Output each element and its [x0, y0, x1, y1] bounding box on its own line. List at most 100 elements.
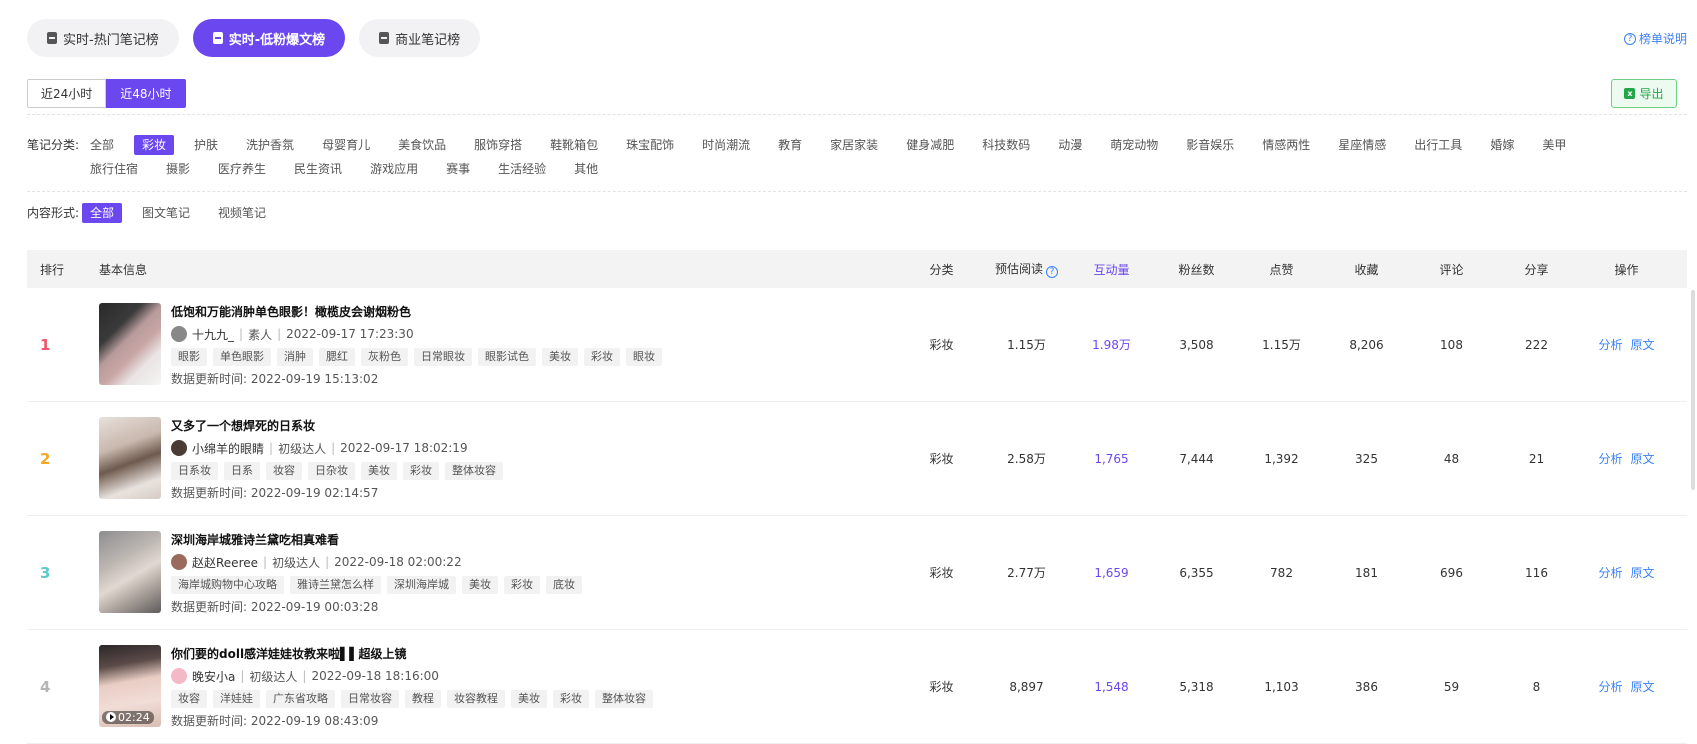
topic-tag[interactable]: 美妆: [462, 575, 498, 594]
topic-tag[interactable]: 广东省攻略: [266, 689, 335, 708]
topic-tag[interactable]: 海岸城购物中心攻略: [171, 575, 284, 594]
note-thumbnail[interactable]: [99, 530, 161, 613]
ranking-help-link[interactable]: ? 榜单说明: [1623, 30, 1687, 47]
category-chip[interactable]: 珠宝配饰: [618, 135, 682, 155]
format-chip[interactable]: 全部: [82, 203, 123, 223]
avatar[interactable]: [171, 554, 187, 570]
topic-tag[interactable]: 灰粉色: [361, 347, 408, 366]
export-button[interactable]: x 导出: [1611, 79, 1677, 108]
category-chip[interactable]: 动漫: [1050, 135, 1090, 155]
tab-commercial-notes[interactable]: 商业笔记榜: [359, 19, 481, 57]
header-fans[interactable]: 粉丝数: [1154, 261, 1239, 278]
topic-tag[interactable]: 腮红: [319, 347, 355, 366]
category-chip[interactable]: 护肤: [186, 135, 226, 155]
analyze-link[interactable]: 分析: [1598, 452, 1622, 466]
topic-tag[interactable]: 深圳海岸城: [387, 575, 456, 594]
topic-tag[interactable]: 眼影: [171, 347, 207, 366]
analyze-link[interactable]: 分析: [1598, 338, 1622, 352]
topic-tag[interactable]: 美妆: [542, 347, 578, 366]
topic-tag[interactable]: 彩妆: [504, 575, 540, 594]
category-chip[interactable]: 美食饮品: [390, 135, 454, 155]
topic-tag[interactable]: 彩妆: [584, 347, 620, 366]
analyze-link[interactable]: 分析: [1598, 566, 1622, 580]
note-title[interactable]: 深圳海岸城雅诗兰黛吃相真难看: [171, 532, 582, 549]
topic-tag[interactable]: 教程: [405, 689, 441, 708]
note-title[interactable]: 又多了一个想焊死的日系妆: [171, 418, 503, 435]
category-chip[interactable]: 家居家装: [822, 135, 886, 155]
topic-tag[interactable]: 日杂妆: [308, 461, 355, 480]
category-chip[interactable]: 其他: [566, 159, 606, 179]
category-chip[interactable]: 母婴育儿: [314, 135, 378, 155]
note-title[interactable]: 低饱和万能消肿单色眼影！橄榄皮会谢烟粉色: [171, 304, 662, 321]
avatar[interactable]: [171, 440, 187, 456]
topic-tag[interactable]: 妆容教程: [447, 689, 505, 708]
page-scrollbar[interactable]: [1691, 290, 1695, 490]
topic-tag[interactable]: 整体妆容: [445, 461, 503, 480]
category-chip[interactable]: 彩妆: [134, 135, 175, 155]
header-shares[interactable]: 分享: [1494, 261, 1579, 278]
category-chip[interactable]: 民生资讯: [286, 159, 350, 179]
topic-tag[interactable]: 妆容: [171, 689, 207, 708]
note-title[interactable]: 你们要的doll感洋娃娃妆教来啦▌▌超级上镜: [171, 646, 653, 663]
time-48h-button[interactable]: 近48小时: [106, 79, 186, 108]
topic-tag[interactable]: 美妆: [511, 689, 547, 708]
topic-tag[interactable]: 眼影试色: [478, 347, 536, 366]
category-chip[interactable]: 赛事: [438, 159, 478, 179]
author-name[interactable]: 小绵羊的眼睛: [192, 440, 264, 457]
category-chip[interactable]: 教育: [770, 135, 810, 155]
topic-tag[interactable]: 妆容: [266, 461, 302, 480]
category-chip[interactable]: 生活经验: [490, 159, 554, 179]
category-chip[interactable]: 摄影: [158, 159, 198, 179]
original-link[interactable]: 原文: [1631, 452, 1655, 466]
category-chip[interactable]: 游戏应用: [362, 159, 426, 179]
author-name[interactable]: 十九九_: [192, 326, 234, 343]
topic-tag[interactable]: 雅诗兰黛怎么样: [290, 575, 381, 594]
analyze-link[interactable]: 分析: [1598, 680, 1622, 694]
category-chip[interactable]: 全部: [82, 135, 122, 155]
original-link[interactable]: 原文: [1631, 680, 1655, 694]
format-chip[interactable]: 图文笔记: [134, 203, 198, 223]
topic-tag[interactable]: 洋娃娃: [213, 689, 260, 708]
category-chip[interactable]: 时尚潮流: [694, 135, 758, 155]
category-chip[interactable]: 美甲: [1534, 135, 1574, 155]
category-chip[interactable]: 服饰穿搭: [466, 135, 530, 155]
category-chip[interactable]: 洗护香氛: [238, 135, 302, 155]
topic-tag[interactable]: 日常眼妆: [414, 347, 472, 366]
avatar[interactable]: [171, 326, 187, 342]
format-chip[interactable]: 视频笔记: [210, 203, 274, 223]
time-24h-button[interactable]: 近24小时: [27, 79, 107, 108]
category-chip[interactable]: 医疗养生: [210, 159, 274, 179]
topic-tag[interactable]: 消肿: [277, 347, 313, 366]
original-link[interactable]: 原文: [1631, 338, 1655, 352]
header-likes[interactable]: 点赞: [1239, 261, 1324, 278]
note-thumbnail[interactable]: 02:24: [99, 644, 161, 727]
category-chip[interactable]: 星座情感: [1330, 135, 1394, 155]
topic-tag[interactable]: 美妆: [361, 461, 397, 480]
topic-tag[interactable]: 日系妆: [171, 461, 218, 480]
topic-tag[interactable]: 日常妆容: [341, 689, 399, 708]
category-chip[interactable]: 出行工具: [1406, 135, 1470, 155]
category-chip[interactable]: 影音娱乐: [1178, 135, 1242, 155]
note-thumbnail[interactable]: [99, 302, 161, 385]
topic-tag[interactable]: 彩妆: [403, 461, 439, 480]
category-chip[interactable]: 旅行住宿: [82, 159, 146, 179]
header-collects[interactable]: 收藏: [1324, 261, 1409, 278]
category-chip[interactable]: 情感两性: [1254, 135, 1318, 155]
topic-tag[interactable]: 整体妆容: [595, 689, 653, 708]
author-name[interactable]: 晚安小a: [192, 668, 235, 685]
tab-hot-notes[interactable]: 实时-热门笔记榜: [27, 19, 179, 57]
topic-tag[interactable]: 彩妆: [553, 689, 589, 708]
category-chip[interactable]: 健身减肥: [898, 135, 962, 155]
topic-tag[interactable]: 眼妆: [626, 347, 662, 366]
topic-tag[interactable]: 单色眼影: [213, 347, 271, 366]
category-chip[interactable]: 婚嫁: [1482, 135, 1522, 155]
header-interaction[interactable]: 互动量: [1069, 261, 1154, 278]
author-name[interactable]: 赵赵Reeree: [192, 554, 258, 571]
header-comments[interactable]: 评论: [1409, 261, 1494, 278]
question-icon[interactable]: ?: [1046, 266, 1058, 278]
category-chip[interactable]: 科技数码: [974, 135, 1038, 155]
category-chip[interactable]: 萌宠动物: [1102, 135, 1166, 155]
original-link[interactable]: 原文: [1631, 566, 1655, 580]
topic-tag[interactable]: 底妆: [546, 575, 582, 594]
tab-low-fan-viral[interactable]: 实时-低粉爆文榜: [192, 19, 346, 57]
